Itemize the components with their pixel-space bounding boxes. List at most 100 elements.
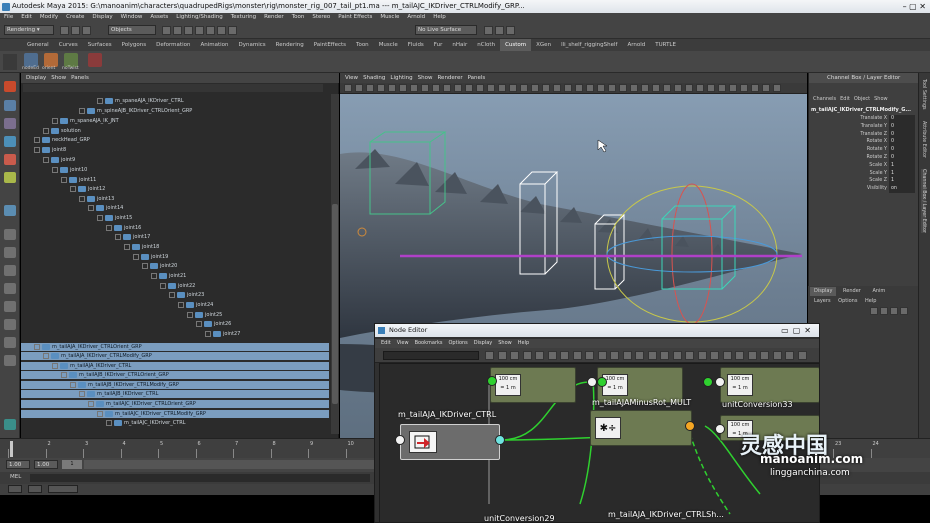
outliner-row[interactable]: joint16 xyxy=(106,224,141,232)
rotate-tool-icon[interactable] xyxy=(4,154,16,165)
viewport-tool-icon[interactable] xyxy=(718,84,726,92)
menu-lighting-shading[interactable]: Lighting/Shading xyxy=(176,14,222,20)
outliner-row[interactable]: joint15 xyxy=(97,214,132,222)
viewport-menu-lighting[interactable]: Lighting xyxy=(390,75,412,81)
expand-toggle-icon[interactable] xyxy=(142,262,148,269)
viewport-tool-icon[interactable] xyxy=(443,84,451,92)
layer-tab-display[interactable]: Display xyxy=(810,287,837,296)
channel-attribute-scale-x[interactable]: Scale X1 xyxy=(811,161,917,170)
menu-file[interactable]: File xyxy=(4,14,13,20)
outliner-filter-field[interactable] xyxy=(23,84,323,92)
outliner-row[interactable]: joint17 xyxy=(115,233,150,241)
two-pane-layout-icon[interactable] xyxy=(4,265,16,276)
layer-move-up-icon[interactable] xyxy=(889,307,898,315)
channel-box-node-name[interactable]: m_tailAJC_IKDriver_CTRLModify_G... xyxy=(811,106,917,114)
viewport-tool-icon[interactable] xyxy=(762,84,770,92)
expand-toggle-icon[interactable] xyxy=(43,156,49,163)
node-editor-tool-icon[interactable] xyxy=(572,351,582,360)
range-start-field[interactable]: 1.00 xyxy=(34,460,58,469)
layer-menu-options[interactable]: Options xyxy=(838,298,857,304)
move-tool-icon[interactable] xyxy=(4,136,16,147)
viewport-tool-icon[interactable] xyxy=(751,84,759,92)
live-surface-field[interactable]: No Live Surface xyxy=(415,25,477,35)
node-editor-tool-icon[interactable] xyxy=(560,351,569,360)
expand-toggle-icon[interactable] xyxy=(34,146,40,153)
viewport-tool-icon[interactable] xyxy=(531,84,539,92)
snap-grid-icon[interactable] xyxy=(194,26,204,35)
four-pane-layout-icon[interactable] xyxy=(4,247,16,258)
open-scene-icon[interactable] xyxy=(70,26,80,35)
viewport-tool-icon[interactable] xyxy=(586,84,594,92)
layer-new-icon[interactable] xyxy=(870,307,878,315)
scale-tool-icon[interactable] xyxy=(4,172,16,183)
viewport-tool-icon[interactable] xyxy=(553,84,561,92)
select-by-hierarchy-icon[interactable] xyxy=(162,26,171,35)
shelf-tab-custom[interactable]: Custom xyxy=(500,39,532,51)
outliner-layout-icon[interactable] xyxy=(4,283,16,294)
script-layout-icon[interactable] xyxy=(4,337,16,348)
outliner-menu-show[interactable]: Show xyxy=(51,75,66,81)
viewport-tool-icon[interactable] xyxy=(597,84,605,92)
expand-toggle-icon[interactable] xyxy=(106,419,112,426)
graph-layout-icon[interactable] xyxy=(4,301,16,312)
viewport-tool-icon[interactable] xyxy=(630,84,638,92)
viewport-tool-icon[interactable] xyxy=(685,84,693,92)
outliner-row[interactable]: joint8 xyxy=(34,146,66,154)
viewport-tool-icon[interactable] xyxy=(432,84,440,92)
home-icon[interactable] xyxy=(4,419,16,430)
snap-point-icon[interactable] xyxy=(216,26,226,35)
shelf-tab-lli-shelf-riggingshelf[interactable]: lli_shelf_riggingShelf xyxy=(556,39,622,51)
viewport-menu-panels[interactable]: Panels xyxy=(468,75,486,81)
shelf-menu-icon[interactable] xyxy=(3,54,17,70)
select-by-component-icon[interactable] xyxy=(183,26,193,35)
outliner-scroll-thumb[interactable] xyxy=(332,204,338,404)
shelf-tab-fluids[interactable]: Fluids xyxy=(403,39,429,51)
menu-muscle[interactable]: Muscle xyxy=(380,14,399,20)
shelf-tab-dynamics[interactable]: Dynamics xyxy=(234,39,271,51)
outliner-row[interactable]: joint18 xyxy=(124,243,159,251)
menu-create[interactable]: Create xyxy=(66,14,84,20)
node-editor-menu-bookmarks[interactable]: Bookmarks xyxy=(415,340,443,346)
channel-attribute-rotate-x[interactable]: Rotate X0 xyxy=(811,138,917,147)
window-controls[interactable]: – ▢ ✕ xyxy=(903,0,926,13)
viewport-tool-icon[interactable] xyxy=(410,84,418,92)
node-editor-tool-icon[interactable] xyxy=(710,351,719,360)
orient-shelf-icon[interactable] xyxy=(44,53,58,67)
viewport-tool-icon[interactable] xyxy=(454,84,462,92)
expand-toggle-icon[interactable] xyxy=(196,320,202,327)
channel-attribute-rotate-y[interactable]: Rotate Y0 xyxy=(811,146,917,155)
paint-select-tool-icon[interactable] xyxy=(4,118,16,129)
outliner-row[interactable]: m_tailAJB_IKDriver_CTRLOrient_GRP xyxy=(21,371,329,379)
attribute-value[interactable]: 0 xyxy=(889,146,915,155)
attribute-value[interactable]: on xyxy=(889,185,915,194)
viewport-tool-icon[interactable] xyxy=(773,84,781,92)
node-editor-tool-icon[interactable] xyxy=(522,351,532,360)
expand-toggle-icon[interactable] xyxy=(52,166,58,173)
outliner-menu-display[interactable]: Display xyxy=(26,75,46,81)
node-editor-tool-icon[interactable] xyxy=(760,351,769,360)
expand-toggle-icon[interactable] xyxy=(88,400,94,407)
node-editor-tool-icon[interactable] xyxy=(785,351,794,360)
expand-toggle-icon[interactable] xyxy=(79,390,85,397)
expand-toggle-icon[interactable] xyxy=(178,301,184,308)
shelf-tab-turtle[interactable]: TURTLE xyxy=(650,39,681,51)
output-plug-upper-left[interactable] xyxy=(487,376,497,386)
channel-menu-show[interactable]: Show xyxy=(874,96,888,102)
outliner-row[interactable]: joint12 xyxy=(70,185,105,193)
viewport-tool-icon[interactable] xyxy=(575,84,583,92)
viewport-tool-icon[interactable] xyxy=(476,84,484,92)
outliner-row[interactable]: joint14 xyxy=(88,204,123,212)
menu-help[interactable]: Help xyxy=(433,14,446,20)
expand-toggle-icon[interactable] xyxy=(115,233,121,240)
input-plug-unit-conversion33[interactable] xyxy=(715,377,725,387)
viewport-menu-show[interactable]: Show xyxy=(418,75,433,81)
expand-toggle-icon[interactable] xyxy=(52,362,58,369)
command-language-label[interactable]: MEL xyxy=(10,474,21,480)
expand-toggle-icon[interactable] xyxy=(151,272,157,279)
viewport-tool-icon[interactable] xyxy=(421,84,429,92)
output-plug-upper-right[interactable] xyxy=(703,377,713,387)
menu-paint-effects[interactable]: Paint Effects xyxy=(338,14,372,20)
outliner-row[interactable]: joint23 xyxy=(169,291,204,299)
show-manipulator-icon[interactable] xyxy=(4,205,16,216)
viewport-tool-icon[interactable] xyxy=(652,84,660,92)
